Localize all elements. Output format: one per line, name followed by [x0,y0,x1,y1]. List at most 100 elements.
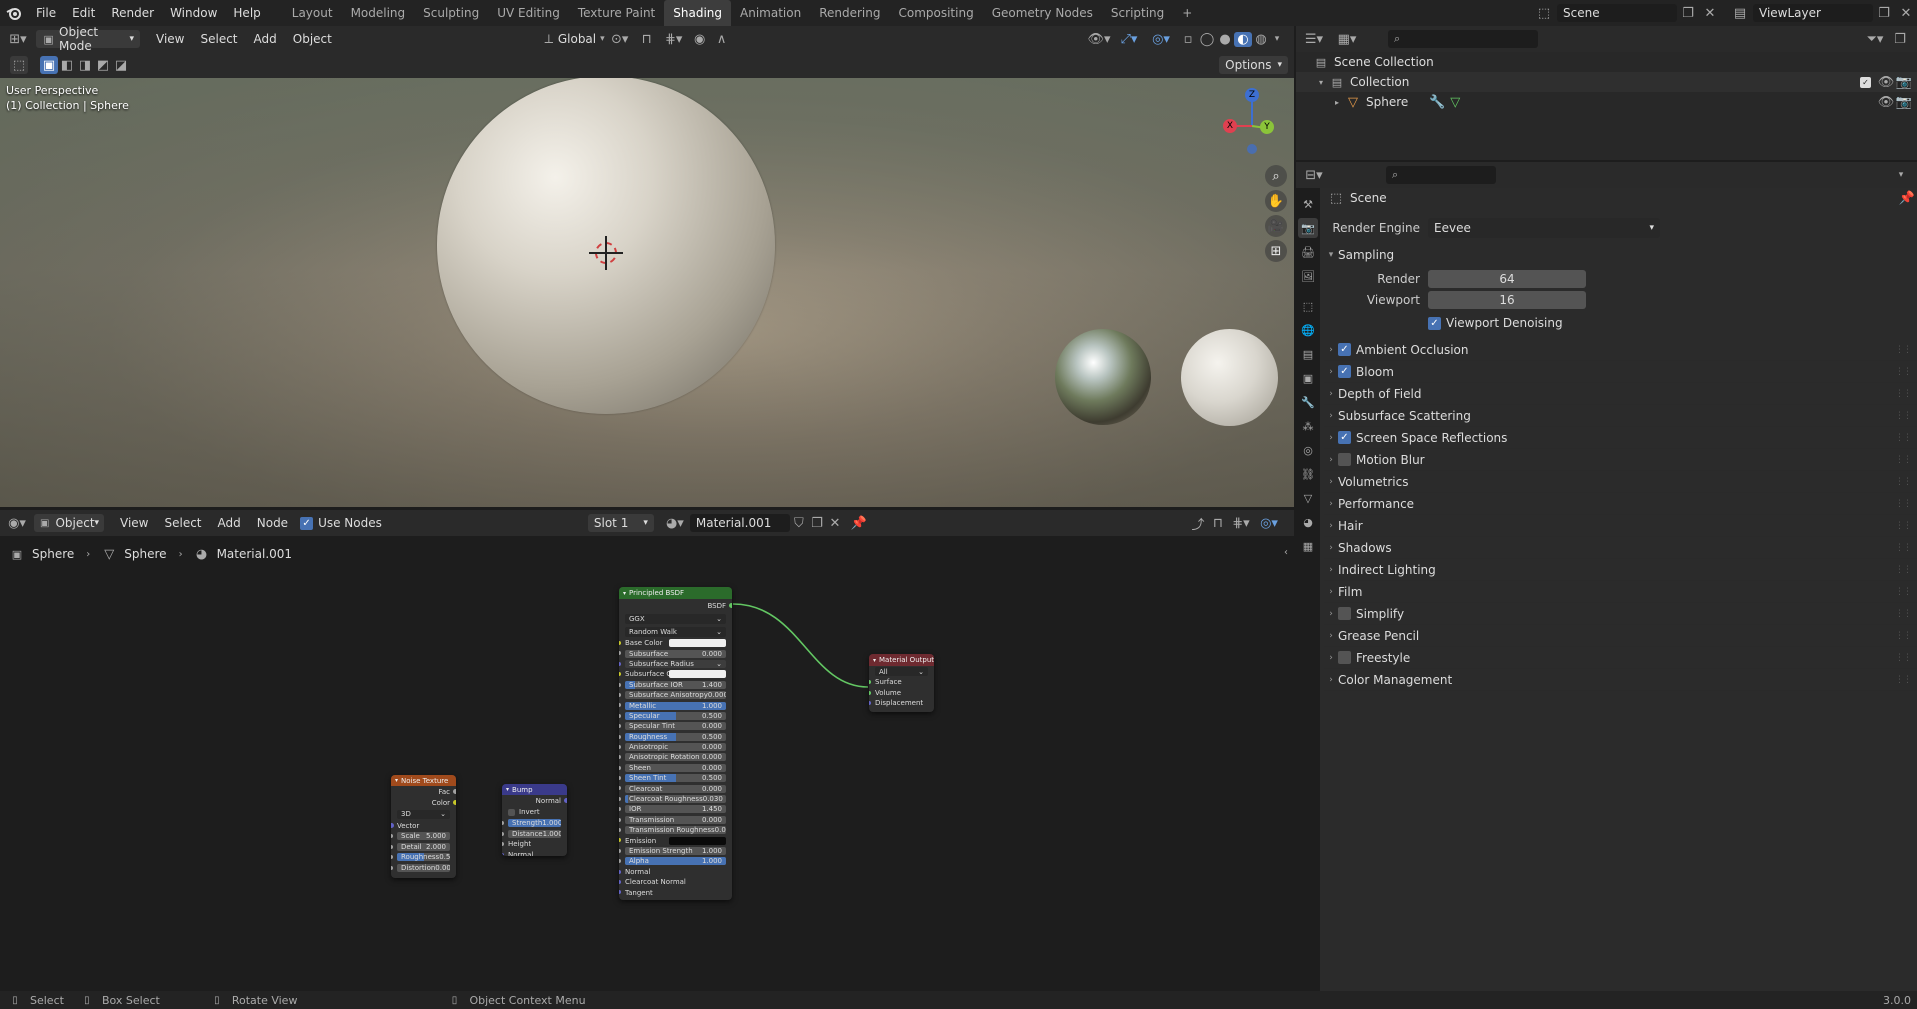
scene-selector[interactable]: Scene [1557,4,1677,22]
tab-uv-editing[interactable]: UV Editing [488,0,569,26]
collection-visibility-icon[interactable]: 👁 [1877,75,1895,90]
panel-color-management[interactable]: › Color Management ⋮⋮ [1324,669,1917,691]
invert-row[interactable]: Invert [502,806,567,818]
xray-icon[interactable]: ▫ [1178,32,1198,47]
panel-shadows[interactable]: › Shadows ⋮⋮ [1324,537,1917,559]
new-scene-icon[interactable]: ❐ [1677,6,1699,21]
shading-options-icon[interactable]: ▾ [1270,34,1284,44]
blender-logo-icon[interactable] [0,0,28,26]
panel-freestyle[interactable]: › Freestyle ⋮⋮ [1324,647,1917,669]
anisotropic-rotation-field[interactable]: Anisotropic Rotation 0.000 [625,753,726,762]
panel-indirect-lighting[interactable]: › Indirect Lighting ⋮⋮ [1324,559,1917,581]
scene-icon[interactable]: ⬚ [1531,6,1557,21]
drag-handle-icon[interactable]: ⋮⋮ [1895,609,1912,619]
subsurface-anisotropy-field[interactable]: Subsurface Anisotropy 0.000 [625,691,726,700]
render-engine-dropdown[interactable]: Eevee ▾ [1428,218,1660,238]
input-socket-metallic[interactable] [619,703,621,708]
outliner-editor-type-icon[interactable]: ☰▾ [1296,32,1332,47]
outliner-object-sphere[interactable]: ▸ ▽ Sphere 🔧 ▽ 👁 📷 [1296,92,1917,112]
menu-window[interactable]: Window [162,0,225,26]
input-socket-roughness[interactable] [619,734,621,739]
drag-handle-icon[interactable]: ⋮⋮ [1895,587,1912,597]
bump-distance-field[interactable]: Distance 1.000 [508,829,561,838]
base-color-color-swatch[interactable] [669,639,726,648]
overlays-icon[interactable]: ◎▾ [1144,32,1178,47]
viewport-denoising-checkbox[interactable]: ✓ [1428,316,1441,330]
input-socket-ior[interactable] [619,807,621,812]
collection-include-checkbox[interactable]: ✓ [1860,76,1871,88]
drag-handle-icon[interactable]: ⋮⋮ [1895,433,1912,443]
physics-tab-icon[interactable]: ◎ [1298,440,1318,460]
panel-subsurface-scattering[interactable]: › Subsurface Scattering ⋮⋮ [1324,405,1917,427]
input-socket-subsurface-ior[interactable] [619,682,621,687]
menu-help[interactable]: Help [225,0,268,26]
viewport-menu-select[interactable]: Select [192,26,245,52]
visibility-icon[interactable]: 👁▾ [1084,32,1114,47]
subsurface-field[interactable]: Subsurface 0.000 [625,649,726,658]
screen-space-reflections-checkbox[interactable]: ✓ [1338,431,1351,444]
transform-orientation-dropdown[interactable]: Global [558,32,596,46]
tab-texture-paint[interactable]: Texture Paint [569,0,664,26]
output-tab-icon[interactable]: 🖨 [1298,242,1318,262]
subsurface-radius-dropdown[interactable]: Subsurface Radius ⌄ [625,659,726,668]
input-socket-transmission-roughness[interactable] [619,828,621,833]
viewport-denoising-row[interactable]: ✓ Viewport Denoising [1428,313,1917,333]
subsurface-co-color-swatch[interactable] [669,670,726,679]
panel-performance[interactable]: › Performance ⋮⋮ [1324,493,1917,515]
bump-input-socket-height[interactable] [502,842,504,846]
roughness-field[interactable]: Roughness 0.500 [625,732,726,741]
scene-tab-icon[interactable]: ⬚ [1298,296,1318,316]
properties-options-icon[interactable]: ▾ [1891,170,1911,180]
data-tab-icon[interactable]: ▽ [1298,488,1318,508]
object-render-icon[interactable]: 📷 [1895,95,1913,110]
pin-context-icon[interactable]: 📌 [1897,191,1917,206]
output-input-socket-surface[interactable] [869,680,871,684]
outliner-scene-collection[interactable]: ▤ Scene Collection [1296,52,1917,72]
input-socket-clearcoat-normal[interactable] [619,879,621,884]
output-input-socket-displacement[interactable] [869,701,871,705]
render-samples-field[interactable]: 64 [1428,270,1586,288]
panel-bloom[interactable]: › ✓ Bloom ⋮⋮ [1324,361,1917,383]
zoom-icon[interactable]: ⌕ [1265,165,1287,187]
input-socket-normal[interactable] [619,869,621,874]
view-layer-selector[interactable]: ViewLayer [1753,4,1873,22]
input-socket-subsurface-radius[interactable] [619,661,621,666]
anisotropic-field[interactable]: Anisotropic 0.000 [625,743,726,752]
gizmo-toggle-icon[interactable]: ⤢▾ [1114,32,1144,47]
material-tab-icon[interactable]: ◕ [1298,512,1318,532]
viewport-menu-add[interactable]: Add [246,26,285,52]
tab-scripting[interactable]: Scripting [1102,0,1173,26]
select-extend-icon[interactable]: ◧ [58,58,76,73]
tab-geometry-nodes[interactable]: Geometry Nodes [983,0,1102,26]
tab-modeling[interactable]: Modeling [342,0,415,26]
input-socket-anisotropic-rotation[interactable] [619,755,621,760]
perspective-toggle-icon[interactable]: ⊞ [1265,240,1287,262]
world-tab-icon[interactable]: 🌐 [1298,320,1318,340]
tool-tab-icon[interactable]: ⚒ [1298,194,1318,214]
fac-output-socket[interactable] [453,789,456,794]
input-socket-emission[interactable] [619,838,621,843]
emission-strength-field[interactable]: Emission Strength 1.000 [625,847,726,855]
ambient-occlusion-checkbox[interactable]: ✓ [1338,343,1351,356]
menu-file[interactable]: File [28,0,64,26]
editor-type-icon[interactable]: ⊞▾ [0,32,36,47]
bump-strength-field[interactable]: Strength 1.000 [508,819,561,828]
panel-grease-pencil[interactable]: › Grease Pencil ⋮⋮ [1324,625,1917,647]
drag-handle-icon[interactable]: ⋮⋮ [1895,653,1912,663]
metallic-field[interactable]: Metallic 1.000 [625,701,726,710]
noise-socket-scale[interactable] [391,834,393,838]
input-socket-alpha[interactable] [619,859,621,864]
input-socket-transmission[interactable] [619,817,621,822]
input-socket-anisotropic[interactable] [619,744,621,749]
noise-texture-node[interactable]: ▾ Noise Texture Fac Color 3D ⌄ Vector Scal… [391,775,456,878]
collection-render-icon[interactable]: 📷 [1895,75,1913,90]
object-mode-dropdown[interactable]: ▣ Object Mode ▾ [36,25,140,53]
mesh-data-icon[interactable]: ▽ [1446,95,1464,110]
noise-detail-field[interactable]: Detail 2.000 [397,842,450,851]
material-output-node[interactable]: ▾ Material Output All ⌄ Surface Volume Displ… [869,654,934,712]
input-socket-sheen-tint[interactable] [619,776,621,781]
object-visibility-icon[interactable]: 👁 [1877,95,1895,110]
input-socket-subsurface-co[interactable] [619,672,621,677]
input-socket-clearcoat-roughness[interactable] [619,796,621,801]
options-dropdown[interactable]: Options ▾ [1219,56,1288,74]
